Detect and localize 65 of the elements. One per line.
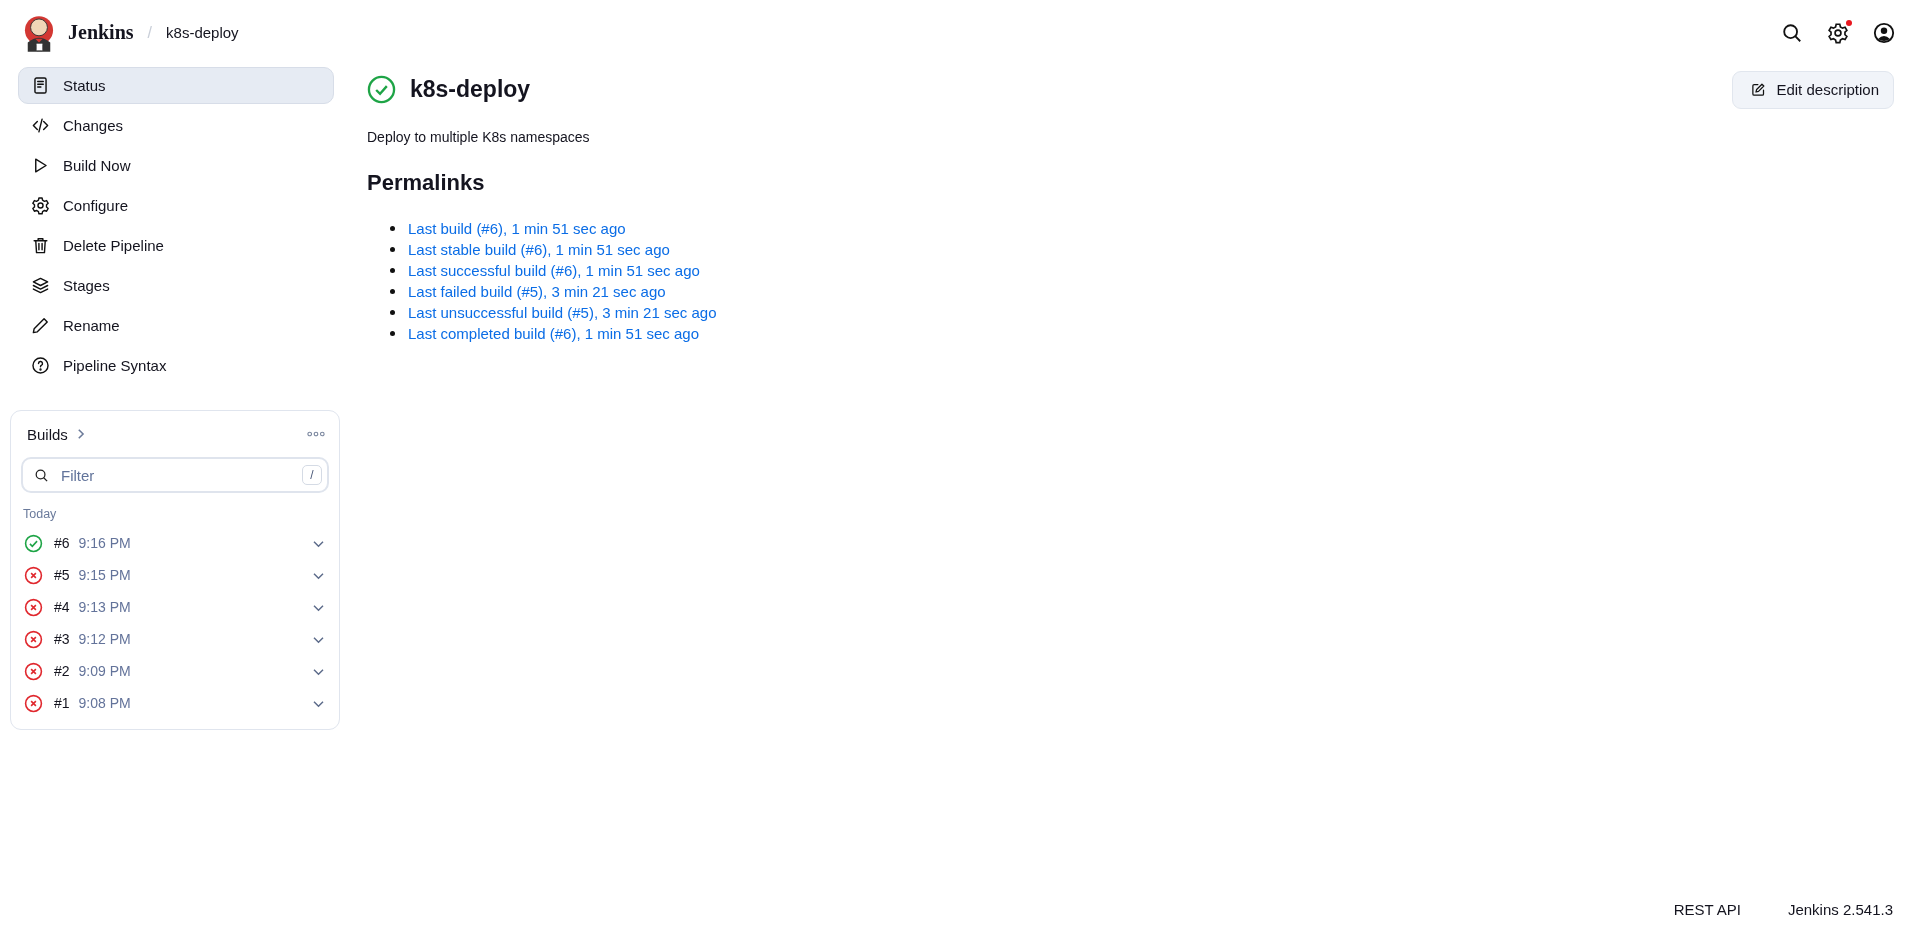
build-time: 9:09 PM (78, 663, 131, 679)
shortcut-key: / (302, 465, 322, 485)
sidebar-item[interactable]: Changes (18, 107, 334, 144)
list-bullet (390, 331, 395, 336)
build-time: 9:13 PM (78, 599, 131, 615)
edit-description-button[interactable]: Edit description (1732, 70, 1894, 109)
breadcrumb-separator: / (147, 23, 153, 42)
builds-link[interactable]: Builds (27, 425, 68, 443)
permalink[interactable]: Last stable build (#6), 1 min 51 sec ago (408, 241, 670, 258)
search-icon[interactable] (1781, 21, 1803, 44)
permalink[interactable]: Last completed build (#6), 1 min 51 sec ago (408, 325, 699, 342)
sidebar-item[interactable]: Delete Pipeline (18, 227, 334, 264)
more-icon[interactable] (307, 431, 325, 437)
build-time: 9:16 PM (78, 535, 131, 551)
footer-link[interactable]: Jenkins 2.541.3 (1787, 901, 1893, 918)
sidebar-item[interactable]: Configure (18, 187, 334, 224)
chevron-down-icon[interactable] (312, 602, 325, 612)
chevron-down-icon[interactable] (312, 698, 325, 708)
sidebar-item[interactable]: Pipeline Syntax (18, 347, 334, 384)
build-time: 9:15 PM (78, 567, 131, 583)
build-time: 9:12 PM (78, 631, 131, 647)
build-number[interactable]: #1 (54, 695, 70, 711)
list-bullet (390, 289, 395, 294)
build-number[interactable]: #2 (54, 663, 70, 679)
layers-icon (31, 276, 50, 295)
build-number[interactable]: #3 (54, 631, 70, 647)
chevron-down-icon[interactable] (312, 570, 325, 580)
code-icon (31, 116, 50, 135)
settings-icon (31, 196, 50, 215)
chevron-right-icon (75, 428, 85, 440)
edit-icon (1751, 82, 1767, 97)
sidebar-item[interactable]: Status (18, 67, 334, 104)
footer-link[interactable]: REST API (1673, 901, 1741, 918)
list-bullet (390, 226, 395, 231)
chevron-down-icon[interactable] (312, 634, 325, 644)
permalink[interactable]: Last build (#6), 1 min 51 sec ago (408, 220, 626, 237)
brand-name[interactable]: Jenkins (68, 21, 134, 44)
settings-icon[interactable] (1827, 21, 1849, 44)
permalink[interactable]: Last unsuccessful build (#5), 3 min 21 sec ago (408, 304, 717, 321)
permalink[interactable]: Last failed build (#5), 3 min 21 sec ago (408, 283, 666, 300)
list-bullet (390, 247, 395, 252)
sidebar-item[interactable]: Build Now (18, 147, 334, 184)
build-number[interactable]: #6 (54, 535, 70, 551)
account-icon[interactable] (1873, 21, 1895, 44)
chevron-down-icon[interactable] (312, 538, 325, 548)
permalinks-heading: Permalinks (367, 170, 486, 196)
logo-icon[interactable] (24, 13, 54, 52)
help-icon (31, 356, 50, 375)
trash-icon (31, 236, 50, 255)
list-bullet (390, 268, 395, 273)
breadcrumb-link[interactable]: k8s-deploy (166, 24, 239, 41)
job-title: k8s-deploy (410, 76, 531, 103)
pencil-icon (31, 316, 50, 335)
permalink[interactable]: Last successful build (#6), 1 min 51 sec ago (408, 262, 700, 279)
document-icon (31, 76, 50, 95)
build-number[interactable]: #5 (54, 567, 70, 583)
sidebar-item[interactable]: Stages (18, 267, 334, 304)
chevron-down-icon[interactable] (312, 666, 325, 676)
list-bullet (390, 310, 395, 315)
build-time: 9:08 PM (78, 695, 131, 711)
job-description: Deploy to multiple K8s namespaces (367, 129, 591, 145)
build-number[interactable]: #4 (54, 599, 70, 615)
sidebar-item[interactable]: Rename (18, 307, 334, 344)
group-label: Today (23, 507, 58, 521)
search-icon (34, 468, 49, 483)
